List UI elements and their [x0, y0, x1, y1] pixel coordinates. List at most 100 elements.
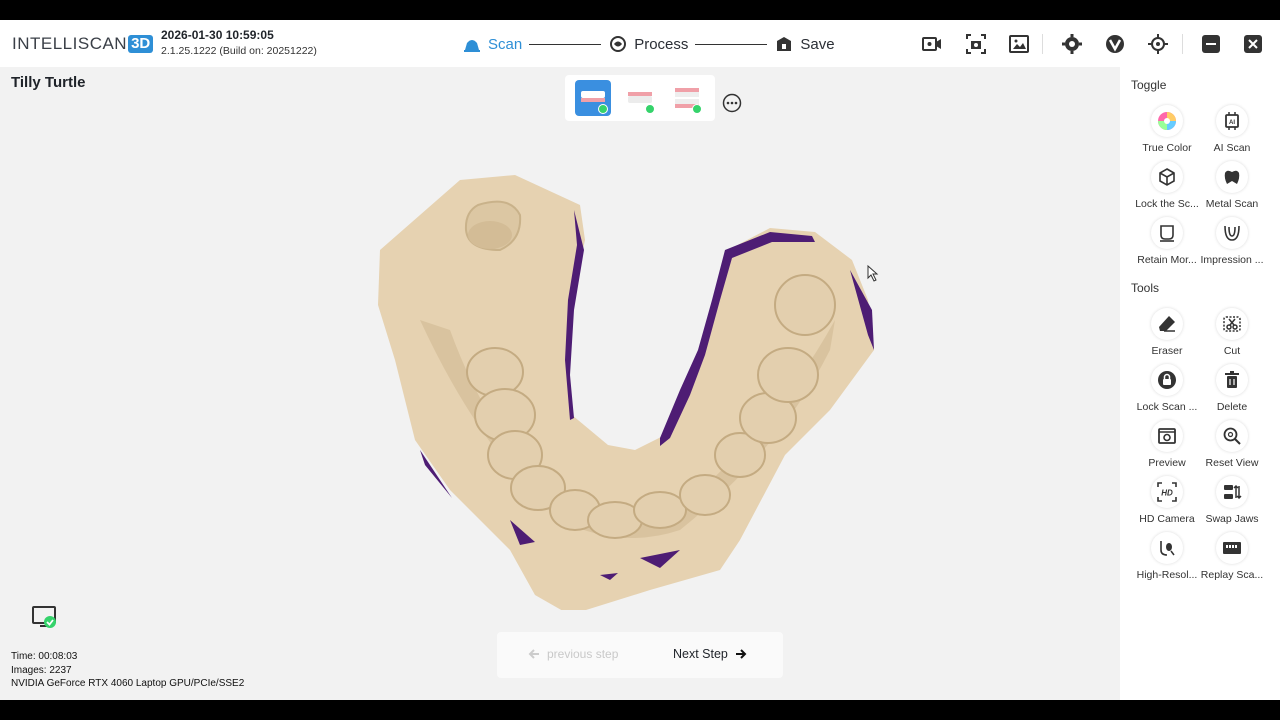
gallery-icon — [1009, 35, 1029, 53]
svg-text:HD: HD — [1161, 489, 1173, 498]
process-icon — [610, 36, 627, 52]
retain-more-toggle[interactable]: Retain Mor... — [1131, 217, 1203, 269]
app-window: INTELLISCAN 3D 2026-01-30 10:59:05 2.1.2… — [0, 20, 1280, 700]
toggle-label: Impression ... — [1200, 254, 1264, 266]
next-step-label: Next Step — [673, 647, 728, 661]
svg-text:AI: AI — [1229, 120, 1235, 126]
record-video-button[interactable] — [920, 32, 944, 56]
workflow-steps: Scan Process Save — [462, 32, 835, 56]
tool-label: Cut — [1223, 345, 1241, 357]
step-label: Scan — [488, 35, 523, 53]
monitor-status-button[interactable] — [32, 605, 58, 631]
brand-button[interactable] — [1103, 32, 1127, 56]
top-bar: INTELLISCAN 3D 2026-01-30 10:59:05 2.1.2… — [0, 20, 1280, 67]
zoom-reset-icon — [1223, 427, 1241, 445]
settings-button[interactable] — [1060, 32, 1084, 56]
gallery-button[interactable] — [1007, 32, 1031, 56]
lower-jaw-button[interactable] — [622, 80, 658, 116]
tool-label: Swap Jaws — [1205, 513, 1259, 525]
app-logo: INTELLISCAN 3D — [12, 34, 154, 54]
preview-icon — [1158, 428, 1176, 444]
previous-step-label: previous step — [547, 647, 619, 661]
trash-icon — [1225, 371, 1239, 388]
minimize-icon — [1202, 35, 1220, 53]
arrow-right-icon — [735, 649, 747, 659]
gpu-info: NVIDIA GeForce RTX 4060 Laptop GPU/PCIe/… — [11, 678, 245, 689]
next-step-button[interactable]: Next Step — [673, 647, 748, 661]
bite-button[interactable] — [669, 80, 705, 116]
replay-scan-tool[interactable]: Replay Sca... — [1196, 532, 1268, 584]
ai-scan-toggle[interactable]: AI AI Scan — [1196, 105, 1268, 157]
swap-jaws-icon — [1224, 484, 1242, 500]
3d-model-view[interactable] — [360, 150, 890, 610]
logo-badge: 3D — [128, 35, 154, 53]
record-video-icon — [922, 37, 941, 51]
tool-label: Reset View — [1205, 457, 1259, 469]
more-icon — [722, 93, 742, 113]
brand-v-icon — [1106, 35, 1124, 53]
tool-label: Preview — [1148, 457, 1186, 469]
retain-tooth-icon — [1160, 225, 1174, 242]
right-tool-panel: Toggle True Color AI AI Scan Lock the Sc… — [1120, 67, 1280, 700]
more-options-button[interactable] — [722, 93, 742, 113]
hd-camera-icon: HD — [1157, 482, 1177, 502]
version-info: 2.1.25.1222 (Build on: 20251222) — [161, 45, 317, 57]
dental-arch-model — [378, 175, 874, 610]
status-dot — [692, 104, 702, 114]
lock-scan-tool[interactable]: Lock Scan ... — [1131, 364, 1203, 416]
toggle-label: Retain Mor... — [1137, 254, 1197, 266]
eraser-tool[interactable]: Eraser — [1131, 308, 1203, 360]
datetime: 2026-01-30 10:59:05 — [161, 28, 274, 42]
lock-scan-area-toggle[interactable]: Lock the Sc... — [1131, 161, 1203, 213]
patient-name: Tilly Turtle — [11, 74, 86, 91]
reset-view-tool[interactable]: Reset View — [1196, 420, 1268, 472]
metal-tooth-icon — [1224, 170, 1240, 184]
hd-camera-tool[interactable]: HD HD Camera — [1131, 476, 1203, 528]
screenshot-button[interactable] — [964, 32, 988, 56]
tool-label: Delete — [1216, 401, 1248, 413]
metal-scan-toggle[interactable]: Metal Scan — [1196, 161, 1268, 213]
toggle-label: Metal Scan — [1205, 198, 1259, 210]
scan-icon — [464, 40, 480, 52]
step-divider — [529, 43, 602, 45]
tool-label: Lock Scan ... — [1136, 401, 1198, 413]
step-save[interactable]: Save — [774, 34, 835, 54]
crosshair-icon — [1148, 34, 1168, 54]
header-divider — [1042, 34, 1043, 54]
toggle-label: Lock the Sc... — [1135, 198, 1199, 210]
header-divider — [1182, 34, 1183, 54]
high-resolution-tool[interactable]: High-Resol... — [1131, 532, 1203, 584]
status-dot — [645, 104, 655, 114]
save-icon — [777, 37, 792, 51]
impression-icon — [1224, 225, 1240, 241]
true-color-toggle[interactable]: True Color — [1131, 105, 1203, 157]
step-label: Process — [634, 35, 689, 53]
tool-label: Replay Sca... — [1200, 569, 1264, 581]
mouse-cursor-icon — [867, 264, 879, 282]
tool-label: HD Camera — [1139, 513, 1195, 525]
step-label: Save — [800, 35, 835, 53]
cut-tool[interactable]: Cut — [1196, 308, 1268, 360]
upper-jaw-button[interactable] — [575, 80, 611, 116]
previous-step-button[interactable]: previous step — [527, 647, 618, 661]
screenshot-icon — [966, 34, 986, 54]
lock-icon — [1158, 371, 1176, 389]
arrow-left-icon — [528, 649, 539, 659]
ai-chip-icon: AI — [1225, 112, 1239, 130]
preview-tool[interactable]: Preview — [1131, 420, 1203, 472]
swap-jaws-tool[interactable]: Swap Jaws — [1196, 476, 1268, 528]
tool-label: Eraser — [1151, 345, 1183, 357]
logo-text: INTELLISCAN — [12, 34, 128, 53]
delete-tool[interactable]: Delete — [1196, 364, 1268, 416]
step-process[interactable]: Process — [608, 34, 688, 54]
step-scan[interactable]: Scan — [462, 34, 522, 54]
crosshair-button[interactable] — [1146, 32, 1170, 56]
minimize-button[interactable] — [1199, 32, 1223, 56]
close-button[interactable] — [1241, 32, 1265, 56]
jaw-selector — [565, 75, 715, 121]
elapsed-time: Time: 00:08:03 — [11, 651, 78, 662]
monitor-check-icon — [32, 606, 56, 628]
high-res-icon — [1160, 541, 1175, 556]
tool-label: High-Resol... — [1136, 569, 1198, 581]
impression-scan-toggle[interactable]: Impression ... — [1196, 217, 1268, 269]
